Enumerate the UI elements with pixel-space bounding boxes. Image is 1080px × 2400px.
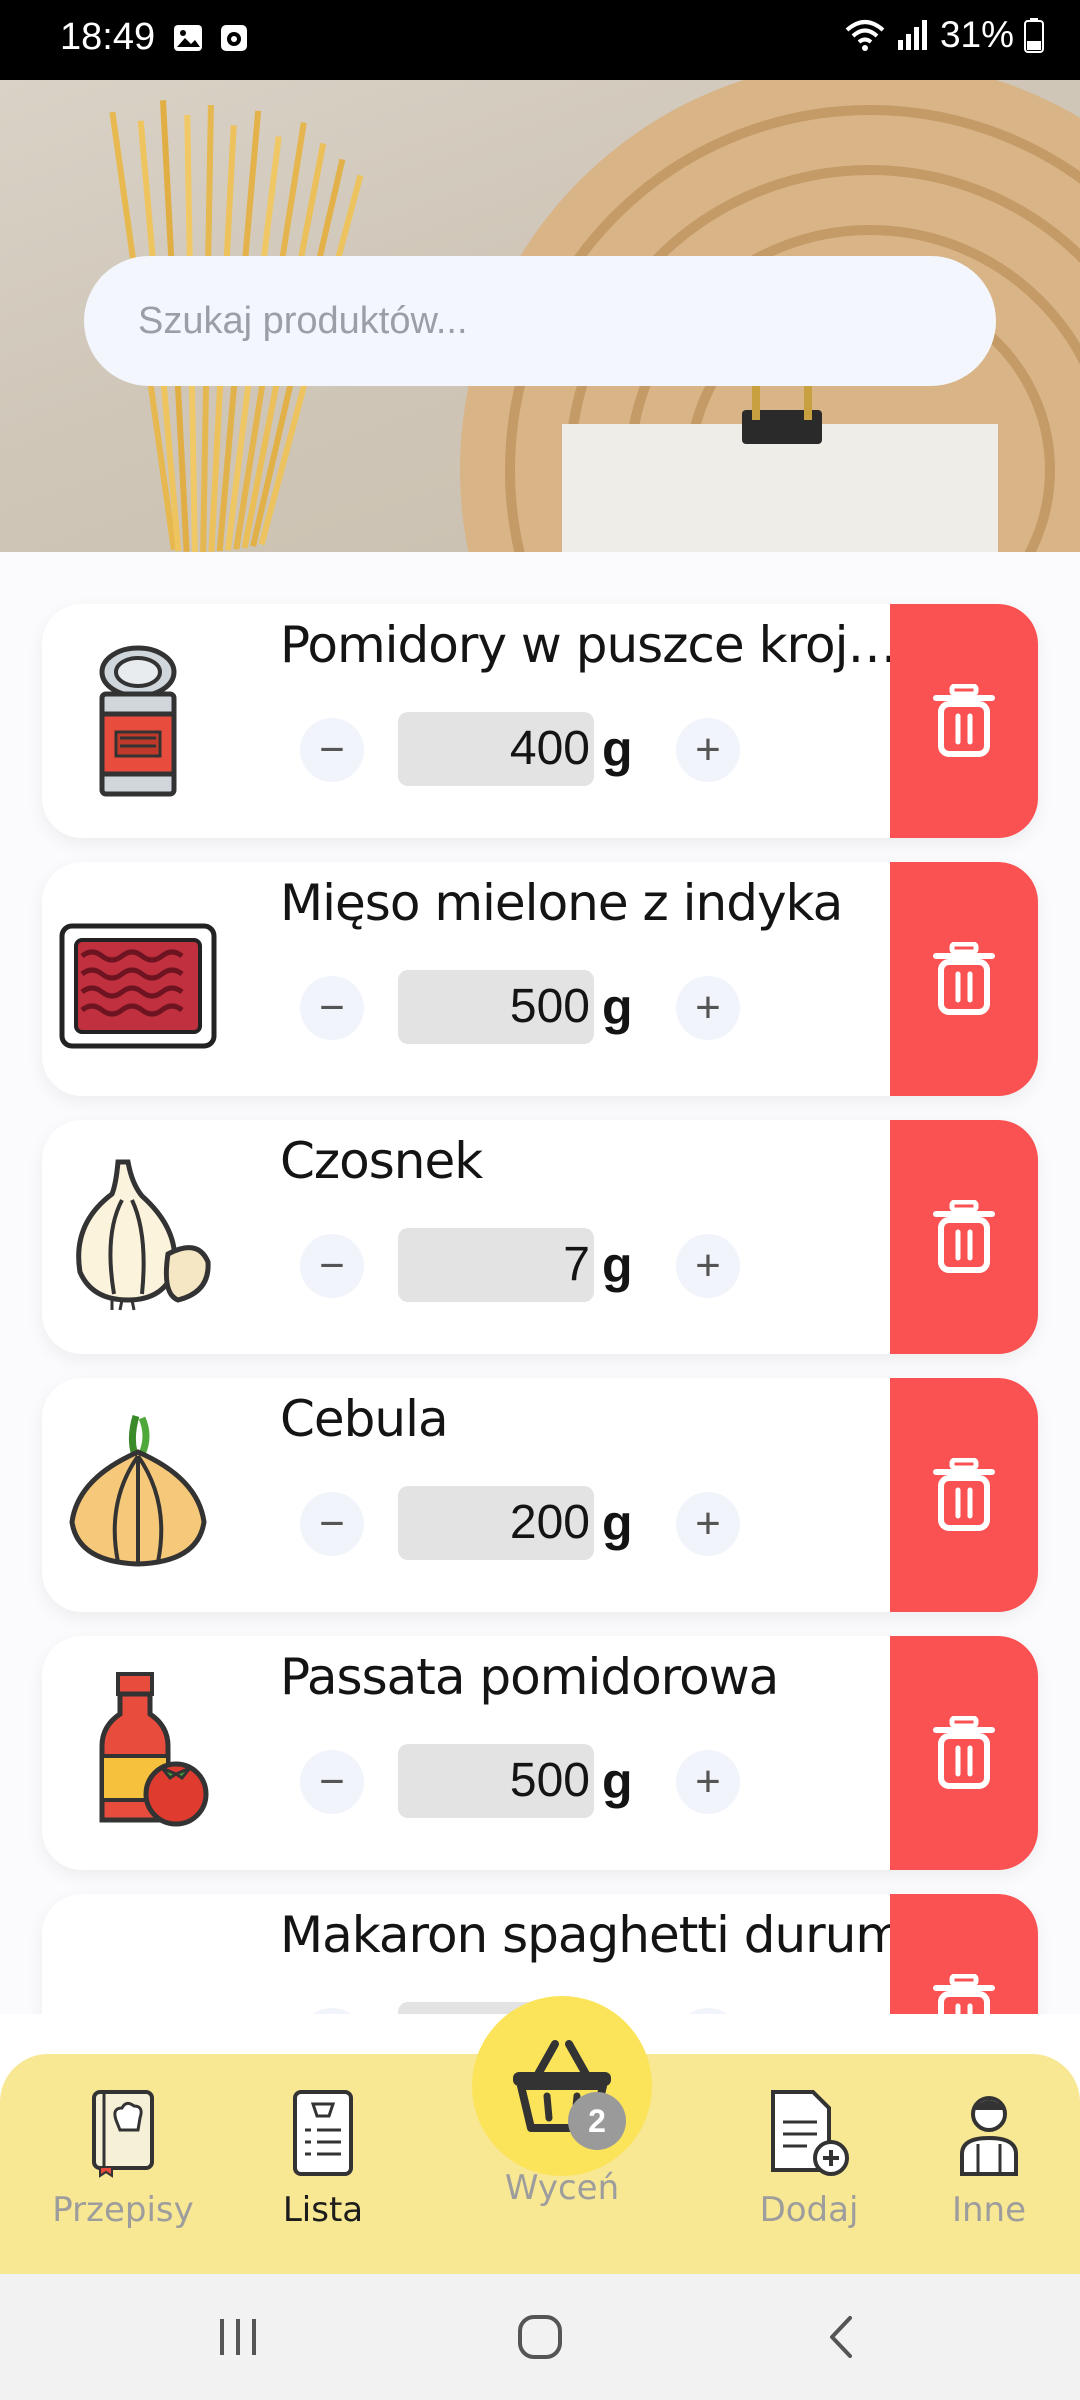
increase-button[interactable]: + — [676, 2008, 740, 2014]
delete-button[interactable] — [890, 1378, 1038, 1612]
trash-icon — [933, 1974, 995, 2014]
trash-icon — [933, 684, 995, 757]
person-icon — [960, 2096, 1018, 2176]
search-bar[interactable] — [84, 256, 996, 386]
quantity-input[interactable]: 500 — [398, 970, 594, 1044]
trash-icon — [933, 1200, 995, 1273]
nav-label: Przepisy — [52, 2190, 194, 2230]
add-document-icon — [771, 2090, 849, 2176]
home-icon — [518, 2315, 562, 2359]
product-name: Passata pomidorowa — [280, 1648, 779, 1706]
nav-item-dodaj[interactable]: Dodaj — [724, 2088, 894, 2230]
search-input[interactable] — [138, 299, 958, 343]
product-name: Pomidory w puszce krojo... — [280, 616, 920, 674]
increase-button[interactable]: + — [676, 976, 740, 1040]
trash-icon — [933, 942, 995, 1015]
recent-apps-button[interactable] — [198, 2304, 278, 2370]
delete-button[interactable] — [890, 1636, 1038, 1870]
list-item: Passata pomidorowa − 500 g + — [42, 1636, 1038, 1870]
decrease-button[interactable]: − — [300, 1492, 364, 1556]
back-icon — [830, 2316, 852, 2358]
hero-banner — [0, 80, 1080, 552]
quantity-unit: g — [602, 721, 633, 777]
wifi-icon — [845, 20, 885, 51]
list-item: Pomidory w puszce krojo... − 400 g + — [42, 604, 1038, 838]
screen-record-icon — [221, 25, 247, 51]
trash-icon — [933, 1458, 995, 1531]
recipe-book-icon — [92, 2090, 154, 2178]
increase-button[interactable]: + — [676, 1234, 740, 1298]
system-nav-bar — [0, 2274, 1080, 2400]
gallery-icon — [174, 25, 202, 51]
list-item: Czosnek − 7 g + — [42, 1120, 1038, 1354]
status-time: 18:49 — [60, 16, 156, 58]
delete-button[interactable] — [890, 862, 1038, 1096]
fab-label: Wyceń — [504, 2168, 620, 2208]
shopping-list-icon — [293, 2090, 353, 2176]
delete-button[interactable] — [890, 1120, 1038, 1354]
quantity-input[interactable]: 500 — [398, 1744, 594, 1818]
nav-item-inne[interactable]: Inne — [904, 2088, 1074, 2230]
quantity-input[interactable]: 7 — [398, 1228, 594, 1302]
decrease-button[interactable]: − — [300, 976, 364, 1040]
increase-button[interactable]: + — [676, 1492, 740, 1556]
list-item: Mięso mielone z indyka − 500 g + — [42, 862, 1038, 1096]
decrease-button[interactable]: − — [300, 1750, 364, 1814]
quantity-unit: g — [602, 1753, 633, 1809]
quantity-unit: g — [602, 1237, 633, 1293]
increase-button[interactable]: + — [676, 1750, 740, 1814]
decrease-button[interactable]: − — [300, 1234, 364, 1298]
increase-button[interactable]: + — [676, 718, 740, 782]
pasta-icon — [58, 1928, 218, 2014]
back-button[interactable] — [802, 2304, 882, 2370]
recent-apps-icon — [220, 2319, 256, 2355]
nav-label: Dodaj — [759, 2190, 859, 2230]
battery-percent: 31% — [939, 14, 1014, 55]
nav-label: Inne — [951, 2190, 1027, 2230]
basket-button[interactable]: 2 — [472, 1996, 652, 2176]
onion-icon — [69, 1414, 207, 1567]
quantity-input[interactable]: 400 — [398, 712, 594, 786]
product-name: Makaron spaghetti durum — [280, 1906, 904, 1964]
nav-label: Lista — [282, 2190, 364, 2230]
product-name: Czosnek — [280, 1132, 483, 1190]
garlic-icon — [76, 1159, 211, 1311]
nav-item-przepisy[interactable]: Przepisy — [38, 2088, 208, 2230]
home-button[interactable] — [500, 2304, 580, 2370]
product-name: Cebula — [280, 1390, 449, 1448]
signal-icon — [897, 20, 927, 50]
passata-icon — [99, 1672, 209, 1827]
decrease-button[interactable]: − — [300, 718, 364, 782]
list-item: Makaron spaghetti durum − + — [42, 1894, 1038, 2014]
decrease-button[interactable]: − — [300, 2008, 364, 2014]
quantity-input[interactable]: 200 — [398, 1486, 594, 1560]
delete-button[interactable] — [890, 1894, 1038, 2014]
quantity-unit: g — [602, 1495, 633, 1551]
status-bar: 18:49 31% — [0, 0, 1080, 80]
product-list: Pomidory w puszce krojo... − 400 g + Mię… — [0, 552, 1080, 2014]
trash-icon — [933, 1716, 995, 1789]
cart-count-badge: 2 — [568, 2092, 626, 2150]
minced-meat-icon — [59, 923, 217, 1049]
battery-icon — [1024, 18, 1044, 53]
product-name: Mięso mielone z indyka — [280, 874, 843, 932]
list-item: Cebula − 200 g + — [42, 1378, 1038, 1612]
quantity-unit: g — [602, 979, 633, 1035]
canned-tomatoes-icon — [99, 645, 177, 797]
nav-item-lista[interactable]: Lista — [238, 2088, 408, 2230]
delete-button[interactable] — [890, 604, 1038, 838]
